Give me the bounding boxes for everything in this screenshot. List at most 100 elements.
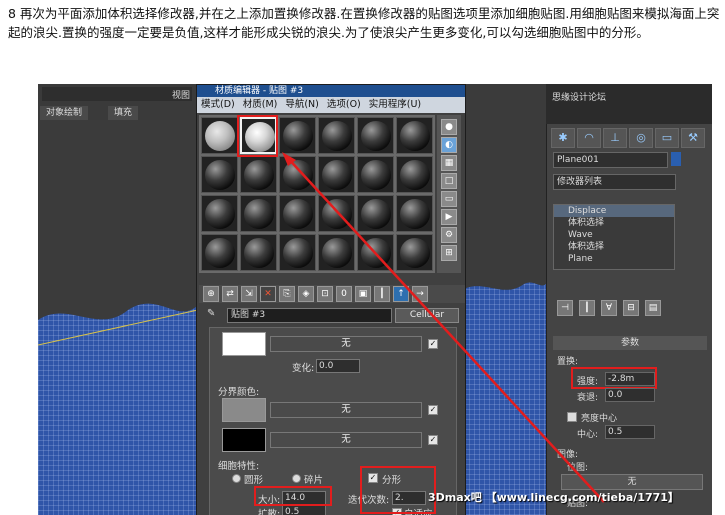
make-unique-icon[interactable]: ∀ [601, 300, 617, 316]
sample-slot[interactable] [279, 117, 316, 154]
make-preview-icon[interactable]: ▶ [441, 209, 457, 225]
modifier-stack[interactable]: Displace 体积选择 Wave 体积选择 Plane [553, 204, 675, 270]
sample-slot[interactable] [396, 234, 433, 271]
sample-slot[interactable] [240, 195, 277, 232]
sample-slot[interactable] [279, 156, 316, 193]
spread-label: 扩散: [258, 509, 281, 515]
sample-slot[interactable] [396, 117, 433, 154]
go-forward-sibling-icon[interactable]: → [412, 286, 428, 302]
sample-slot[interactable] [279, 234, 316, 271]
create-tab-icon[interactable]: ✱ [551, 128, 575, 148]
sample-sphere [205, 238, 235, 268]
map-type-button[interactable]: Cellular [395, 308, 459, 323]
map-name-input[interactable]: 贴图 #3 [227, 308, 392, 323]
decay-spinner[interactable]: 0.0 [605, 388, 655, 402]
sample-slot[interactable] [357, 117, 394, 154]
center-spinner[interactable]: 0.5 [605, 425, 655, 439]
modify-tab-icon[interactable]: ◠ [577, 128, 601, 148]
backlight-icon[interactable]: ◐ [441, 137, 457, 153]
sample-slot[interactable] [201, 234, 238, 271]
sample-slot[interactable] [318, 117, 355, 154]
sample-slot[interactable] [357, 156, 394, 193]
put-to-library-icon[interactable]: ⊡ [317, 286, 333, 302]
material-id-icon[interactable]: 0 [336, 286, 352, 302]
variation-spinner[interactable]: 0.0 [316, 359, 360, 373]
put-to-scene-icon[interactable]: ⇄ [222, 286, 238, 302]
remove-modifier-icon[interactable]: ⊟ [623, 300, 639, 316]
sample-slot[interactable] [357, 234, 394, 271]
left-viewport[interactable] [38, 120, 198, 515]
division-2-map-checkbox[interactable]: ✓ [428, 435, 438, 445]
sample-slot[interactable] [396, 195, 433, 232]
stack-item[interactable]: 体积选择 [554, 217, 674, 229]
sample-slot[interactable] [318, 156, 355, 193]
circular-radio[interactable] [232, 474, 241, 483]
get-material-icon[interactable]: ⊕ [203, 286, 219, 302]
cell-color-map-button[interactable]: 无 [270, 336, 422, 352]
chips-radio[interactable] [292, 474, 301, 483]
stack-item[interactable]: Displace [554, 205, 674, 217]
lum-center-checkbox[interactable] [567, 412, 577, 422]
division-color-1-map-button[interactable]: 无 [270, 402, 422, 418]
menu-mode[interactable]: 模式(D) [197, 97, 239, 113]
object-color-swatch[interactable] [671, 152, 681, 166]
menu-material[interactable]: 材质(M) [239, 97, 282, 113]
division-color-2-swatch[interactable] [222, 428, 266, 452]
params-rollout-title[interactable]: 参数 [553, 336, 707, 350]
tab-fill[interactable]: 填充 [108, 106, 139, 120]
reset-map-icon[interactable]: ✕ [260, 286, 276, 302]
division-color-2-map-button[interactable]: 无 [270, 432, 422, 448]
make-unique-material-icon[interactable]: ◈ [298, 286, 314, 302]
sample-slot[interactable] [201, 156, 238, 193]
view-menu-label[interactable]: 视图 [172, 88, 190, 101]
sample-sphere [283, 160, 313, 190]
sample-slot[interactable] [279, 195, 316, 232]
motion-tab-icon[interactable]: ◎ [629, 128, 653, 148]
display-tab-icon[interactable]: ▭ [655, 128, 679, 148]
background-icon[interactable]: ▦ [441, 155, 457, 171]
stack-item[interactable]: Wave [554, 229, 674, 241]
division-1-map-checkbox[interactable]: ✓ [428, 405, 438, 415]
sample-slot[interactable] [357, 195, 394, 232]
sample-slot[interactable] [240, 156, 277, 193]
ocean-wireframe [38, 303, 198, 515]
division-color-1-swatch[interactable] [222, 398, 266, 422]
sample-type-icon[interactable]: ● [441, 119, 457, 135]
stack-item[interactable]: Plane [554, 253, 674, 265]
pin-stack-icon[interactable]: ⊣ [557, 300, 573, 316]
show-end-result-map-icon[interactable]: ┃ [374, 286, 390, 302]
sample-slot[interactable] [318, 234, 355, 271]
sample-slot[interactable] [396, 156, 433, 193]
video-color-check-icon[interactable]: ▭ [441, 191, 457, 207]
select-by-material-icon[interactable]: ⊞ [441, 245, 457, 261]
menu-navigation[interactable]: 导航(N) [281, 97, 323, 113]
highlight-strength [571, 367, 657, 389]
assign-material-icon[interactable]: ⇲ [241, 286, 257, 302]
spread-spinner[interactable]: 0.5 [282, 505, 326, 515]
uv-tiling-icon[interactable]: □ [441, 173, 457, 189]
sample-sphere [283, 121, 313, 151]
eyedropper-icon[interactable]: ✎ [207, 308, 215, 319]
stack-item[interactable]: 体积选择 [554, 241, 674, 253]
cell-color-swatch[interactable] [222, 332, 266, 356]
cell-map-checkbox[interactable]: ✓ [428, 339, 438, 349]
sample-slot[interactable] [201, 117, 238, 154]
sample-slot[interactable] [240, 234, 277, 271]
configure-sets-icon[interactable]: ▤ [645, 300, 661, 316]
make-copy-icon[interactable]: ⎘ [279, 286, 295, 302]
show-end-result-icon[interactable]: ┃ [579, 300, 595, 316]
sample-slot[interactable] [318, 195, 355, 232]
bitmap-none-button[interactable]: 无 [561, 474, 703, 490]
right-viewport[interactable] [464, 84, 546, 515]
go-to-parent-icon[interactable]: ↑ [393, 286, 409, 302]
options-icon[interactable]: ⚙ [441, 227, 457, 243]
menu-options[interactable]: 选项(O) [323, 97, 365, 113]
utilities-tab-icon[interactable]: ⚒ [681, 128, 705, 148]
object-name-input[interactable]: Plane001 [553, 152, 668, 168]
modifier-list-dropdown[interactable]: 修改器列表 [553, 174, 676, 190]
menu-utilities[interactable]: 实用程序(U) [365, 97, 425, 113]
hierarchy-tab-icon[interactable]: ⊥ [603, 128, 627, 148]
tab-object-paint[interactable]: 对象绘制 [40, 106, 89, 120]
show-map-in-viewport-icon[interactable]: ▣ [355, 286, 371, 302]
sample-slot[interactable] [201, 195, 238, 232]
